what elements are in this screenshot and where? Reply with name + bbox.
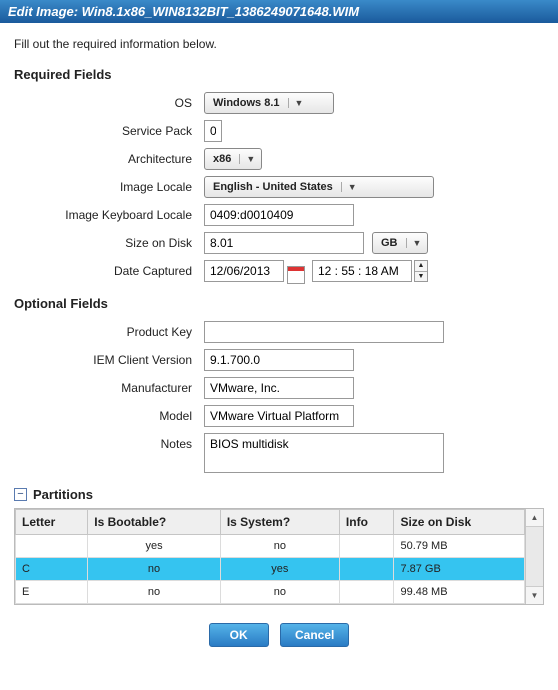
chevron-down-icon: ▼ — [288, 98, 304, 108]
cancel-button[interactable]: Cancel — [280, 623, 349, 647]
os-value: Windows 8.1 — [213, 97, 280, 109]
time-spinner[interactable]: ▲ ▼ — [414, 260, 428, 282]
column-header[interactable]: Info — [339, 510, 394, 535]
keyboard-locale-input[interactable] — [204, 204, 354, 226]
iem-version-label: IEM Client Version — [14, 353, 204, 367]
table-cell: no — [88, 558, 221, 581]
table-cell: no — [220, 581, 339, 604]
service-pack-label: Service Pack — [14, 124, 204, 138]
chevron-down-icon: ▼ — [341, 182, 357, 192]
table-cell: 7.87 GB — [394, 558, 525, 581]
service-pack-input[interactable] — [204, 120, 222, 142]
spinner-up-icon[interactable]: ▲ — [415, 261, 427, 272]
ok-button[interactable]: OK — [209, 623, 269, 647]
chevron-down-icon: ▼ — [239, 154, 255, 164]
table-row[interactable]: Enono 99.48 MB — [16, 581, 525, 604]
model-input[interactable] — [204, 405, 354, 427]
size-unit-select[interactable]: GB ▼ — [372, 232, 428, 254]
table-row[interactable]: yesno 50.79 MB — [16, 535, 525, 558]
date-captured-input[interactable] — [204, 260, 284, 282]
dialog-titlebar: Edit Image: Win8.1x86_WIN8132BIT_1386249… — [0, 0, 558, 23]
architecture-select[interactable]: x86 ▼ — [204, 148, 262, 170]
keyboard-locale-label: Image Keyboard Locale — [14, 208, 204, 222]
column-header[interactable]: Is Bootable? — [88, 510, 221, 535]
partitions-table-wrap: LetterIs Bootable?Is System?InfoSize on … — [14, 508, 544, 605]
table-cell: yes — [88, 535, 221, 558]
table-cell — [16, 535, 88, 558]
size-disk-input[interactable] — [204, 232, 364, 254]
manufacturer-input[interactable] — [204, 377, 354, 399]
table-row[interactable]: Cnoyes 7.87 GB — [16, 558, 525, 581]
table-cell: no — [220, 535, 339, 558]
iem-version-input[interactable] — [204, 349, 354, 371]
image-locale-label: Image Locale — [14, 180, 204, 194]
model-label: Model — [14, 409, 204, 423]
architecture-label: Architecture — [14, 152, 204, 166]
image-locale-select[interactable]: English - United States ▼ — [204, 176, 434, 198]
column-header[interactable]: Letter — [16, 510, 88, 535]
os-select[interactable]: Windows 8.1 ▼ — [204, 92, 334, 114]
table-cell — [339, 581, 394, 604]
table-cell: no — [88, 581, 221, 604]
table-cell — [339, 558, 394, 581]
product-key-label: Product Key — [14, 325, 204, 339]
size-disk-label: Size on Disk — [14, 236, 204, 250]
architecture-value: x86 — [213, 153, 231, 165]
column-header[interactable]: Size on Disk — [394, 510, 525, 535]
chevron-down-icon: ▼ — [406, 238, 422, 248]
notes-label: Notes — [14, 433, 204, 451]
date-captured-label: Date Captured — [14, 264, 204, 278]
column-header[interactable]: Is System? — [220, 510, 339, 535]
time-captured-input[interactable] — [312, 260, 412, 282]
table-cell: E — [16, 581, 88, 604]
table-cell: C — [16, 558, 88, 581]
partitions-heading: Partitions — [33, 487, 93, 502]
table-cell: 50.79 MB — [394, 535, 525, 558]
table-cell — [339, 535, 394, 558]
dialog-title: Edit Image: Win8.1x86_WIN8132BIT_1386249… — [8, 4, 359, 19]
optional-fields-heading: Optional Fields — [14, 296, 544, 311]
partitions-table: LetterIs Bootable?Is System?InfoSize on … — [15, 509, 525, 604]
image-locale-value: English - United States — [213, 181, 333, 193]
table-cell: 99.48 MB — [394, 581, 525, 604]
notes-textarea[interactable] — [204, 433, 444, 473]
manufacturer-label: Manufacturer — [14, 381, 204, 395]
scroll-up-icon[interactable]: ▲ — [526, 509, 543, 527]
required-fields-heading: Required Fields — [14, 67, 544, 82]
scroll-down-icon[interactable]: ▼ — [526, 586, 543, 604]
size-unit-value: GB — [381, 237, 398, 249]
spinner-down-icon[interactable]: ▼ — [415, 272, 427, 282]
table-cell: yes — [220, 558, 339, 581]
product-key-input[interactable] — [204, 321, 444, 343]
collapse-icon[interactable]: − — [14, 488, 27, 501]
calendar-icon[interactable] — [287, 266, 305, 284]
vertical-scrollbar[interactable]: ▲ ▼ — [525, 509, 543, 604]
intro-text: Fill out the required information below. — [14, 37, 544, 51]
os-label: OS — [14, 96, 204, 110]
